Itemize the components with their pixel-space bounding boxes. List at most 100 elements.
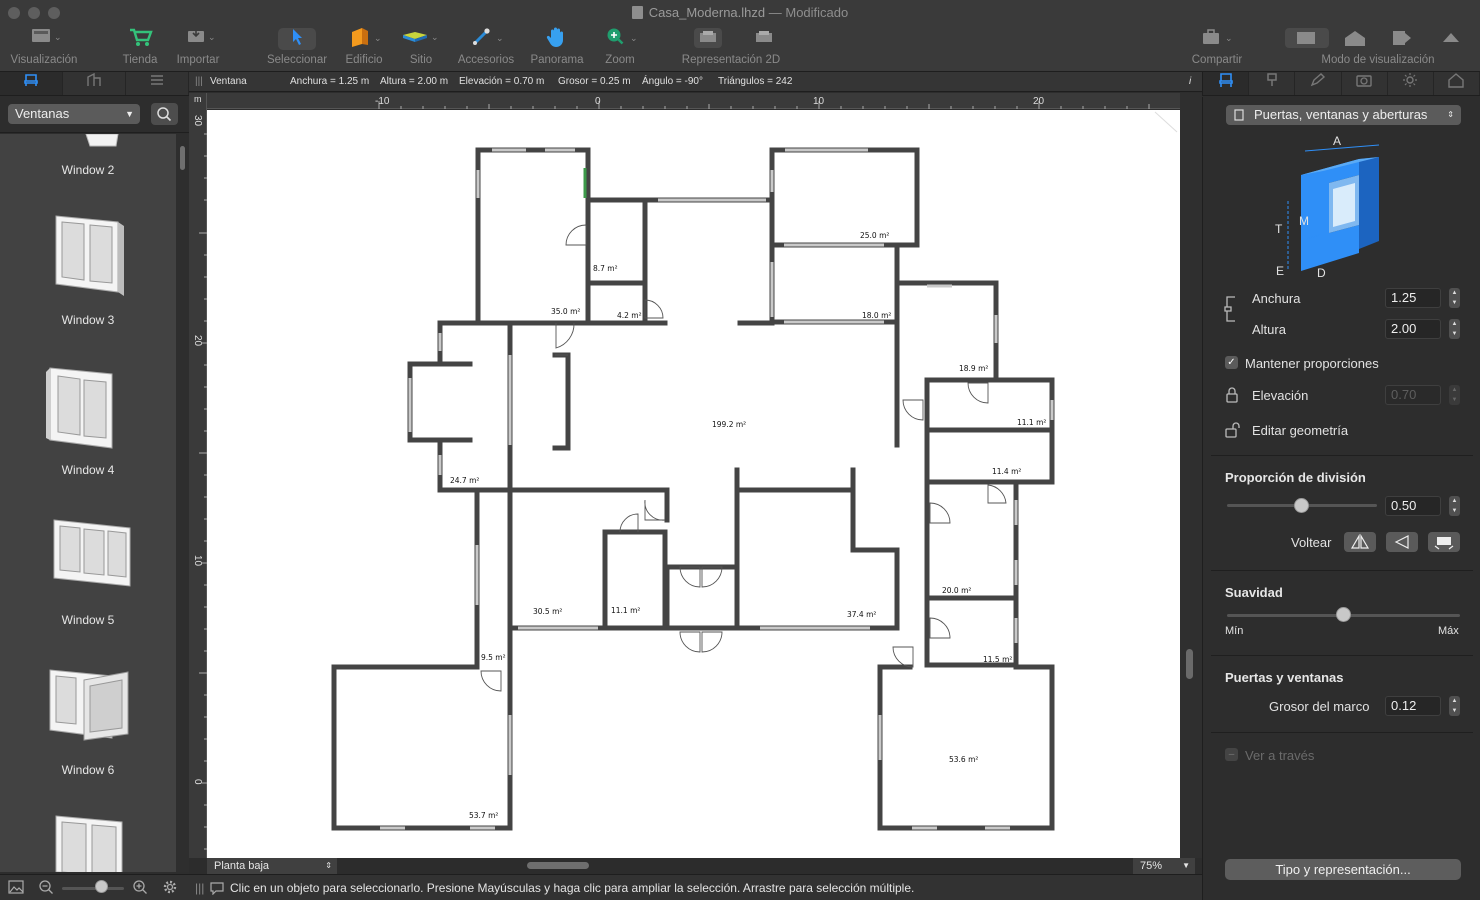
library-search-button[interactable] [151,103,178,125]
window-thumbnail [49,669,129,741]
grosor-marco-stepper[interactable]: ▲ ▼ [1449,696,1460,716]
tab-edit[interactable] [1295,72,1342,95]
zoom-button[interactable]: ⌄ Zoom [596,26,644,70]
proporcion-knob[interactable] [1294,498,1309,513]
scrollbar-thumb[interactable] [1186,649,1193,679]
ruler-tick-label: -10 [375,96,390,107]
info-angulo: Ángulo = -90° [642,76,703,87]
seleccionar-button[interactable]: Seleccionar [264,26,330,70]
flip-horizontal-button[interactable] [1344,532,1376,552]
tab-camera[interactable] [1342,72,1388,95]
floor-plan-canvas[interactable]: 35.0 m² 8.7 m² 4.2 m² 25.0 m² 18.0 m² 18… [207,110,1180,858]
thumbnail-size-knob[interactable] [95,880,108,893]
svg-text:⌄: ⌄ [1225,33,1233,43]
area-label: 8.7 m² [593,264,618,273]
edificio-button[interactable]: ⌄ Edificio [340,26,388,70]
floor-plan[interactable]: 35.0 m² 8.7 m² 4.2 m² 25.0 m² 18.0 m² 18… [207,110,1180,858]
mantener-proporciones-checkbox[interactable]: ✓ [1225,356,1238,369]
rotate-button[interactable] [1428,532,1460,552]
chair-icon [24,74,38,86]
importar-button[interactable]: ⌄ Importar [172,26,224,70]
lock-icon[interactable] [1225,387,1239,403]
compartir-button[interactable]: ⌄ Compartir [1186,26,1248,70]
library-item-window-5[interactable]: Window 5 [0,494,176,644]
divider [1211,455,1473,456]
area-label: 18.0 m² [862,311,891,320]
tab-library-objects[interactable] [0,72,63,95]
svg-text:D: D [1317,266,1326,280]
visualization-icon: ⌄ [8,26,80,52]
tab-materials[interactable] [1249,72,1296,95]
window-thumbnail [85,134,119,147]
scrollbar-thumb[interactable] [180,146,185,170]
window-thumbnail [55,215,124,296]
zoom-out-icon[interactable] [38,879,54,895]
anchura-stepper[interactable]: ▲ ▼ [1449,288,1460,308]
library-item-window-6[interactable]: Window 6 [0,644,176,794]
tipo-representacion-button[interactable]: Tipo y representación... [1225,859,1461,880]
tab-library-styles[interactable] [63,72,126,95]
panorama-button[interactable]: Panorama [528,26,586,70]
area-labels: 35.0 m² 8.7 m² 4.2 m² 25.0 m² 18.0 m² 18… [450,231,1046,820]
gear-icon[interactable] [162,879,178,895]
terrain-icon: ⌄ [398,26,444,52]
tab-building[interactable] [1434,72,1480,95]
library-item-window-4[interactable]: Window 4 [0,344,176,494]
library-list: Window 2 Window 3 Window 4 Window 5 Wind… [0,134,176,872]
inspector-category-select[interactable]: Puertas, ventanas y aberturas ⇕ [1226,105,1461,125]
floor-select[interactable]: Planta baja ⇕ [207,858,337,874]
accesorios-button[interactable]: ⌄ Accesorios [454,26,518,70]
chevron-down-icon: ▼ [1182,861,1190,870]
puertas-header: Puertas y ventanas [1225,670,1344,685]
suavidad-knob[interactable] [1335,607,1351,622]
view-mode-icon [1280,26,1476,52]
library-item-window-7[interactable] [0,794,176,872]
altura-field[interactable]: 2.00 [1385,319,1441,339]
tienda-button[interactable]: Tienda [118,26,162,70]
canvas-vertical-scrollbar[interactable] [1180,93,1202,858]
flip-horizontal-icon [1350,533,1370,549]
anchura-field[interactable]: 1.25 [1385,288,1441,308]
thumbnail-size-slider[interactable] [62,887,124,890]
tab-light[interactable] [1388,72,1434,95]
walls[interactable] [331,147,1055,831]
modo-visualizacion-control[interactable]: Modo de visualización [1280,26,1476,70]
svg-text:⌄: ⌄ [208,32,216,42]
library-scrollbar[interactable] [176,134,189,872]
drag-handle-icon[interactable]: ||| [195,72,203,92]
area-label: 30.5 m² [533,607,562,616]
editar-geometria-button[interactable]: Editar geometría [1252,423,1348,438]
altura-label: Altura [1252,322,1286,337]
zoom-level-select[interactable]: 75% ▼ [1133,858,1195,874]
drag-handle-icon[interactable]: ||| [195,875,204,900]
unlock-icon[interactable] [1225,422,1241,438]
info-elevacion: Elevación = 0.70 m [459,76,545,87]
elevacion-field: 0.70 [1385,385,1441,405]
sitio-button[interactable]: ⌄ Sitio [398,26,444,70]
zoom-icon: ⌄ [596,26,644,52]
grosor-marco-field[interactable]: 0.12 [1385,696,1441,716]
image-icon[interactable] [8,880,24,894]
min-label: Mín [1225,625,1244,637]
area-label: 18.9 m² [959,364,988,373]
area-label: 24.7 m² [450,476,479,485]
proporcion-stepper[interactable]: ▲ ▼ [1449,496,1460,516]
library-zoom-bar [0,874,189,900]
representacion2d-button[interactable]: Representación 2D [676,26,786,70]
proporcion-field[interactable]: 0.50 [1385,496,1441,516]
library-item-window-2[interactable]: Window 2 [0,134,176,194]
ver-a-traves-checkbox[interactable]: – [1225,748,1238,761]
select-arrow-icon [264,26,330,52]
category-select[interactable]: Ventanas ▼ [8,104,140,124]
library-item-window-3[interactable]: Window 3 [0,194,176,344]
flip-vertical-button[interactable] [1386,532,1418,552]
tab-object-properties[interactable] [1203,72,1250,95]
info-icon[interactable]: i [1189,72,1191,92]
area-label: 9.5 m² [481,653,506,662]
link-proportions-icon[interactable] [1223,295,1243,323]
horizontal-scroll-thumb[interactable] [527,862,589,869]
altura-stepper[interactable]: ▲ ▼ [1449,319,1460,339]
zoom-in-icon[interactable] [132,879,148,895]
visualizacion-button[interactable]: ⌄ Visualización [8,26,80,70]
tab-library-list[interactable] [126,72,189,95]
